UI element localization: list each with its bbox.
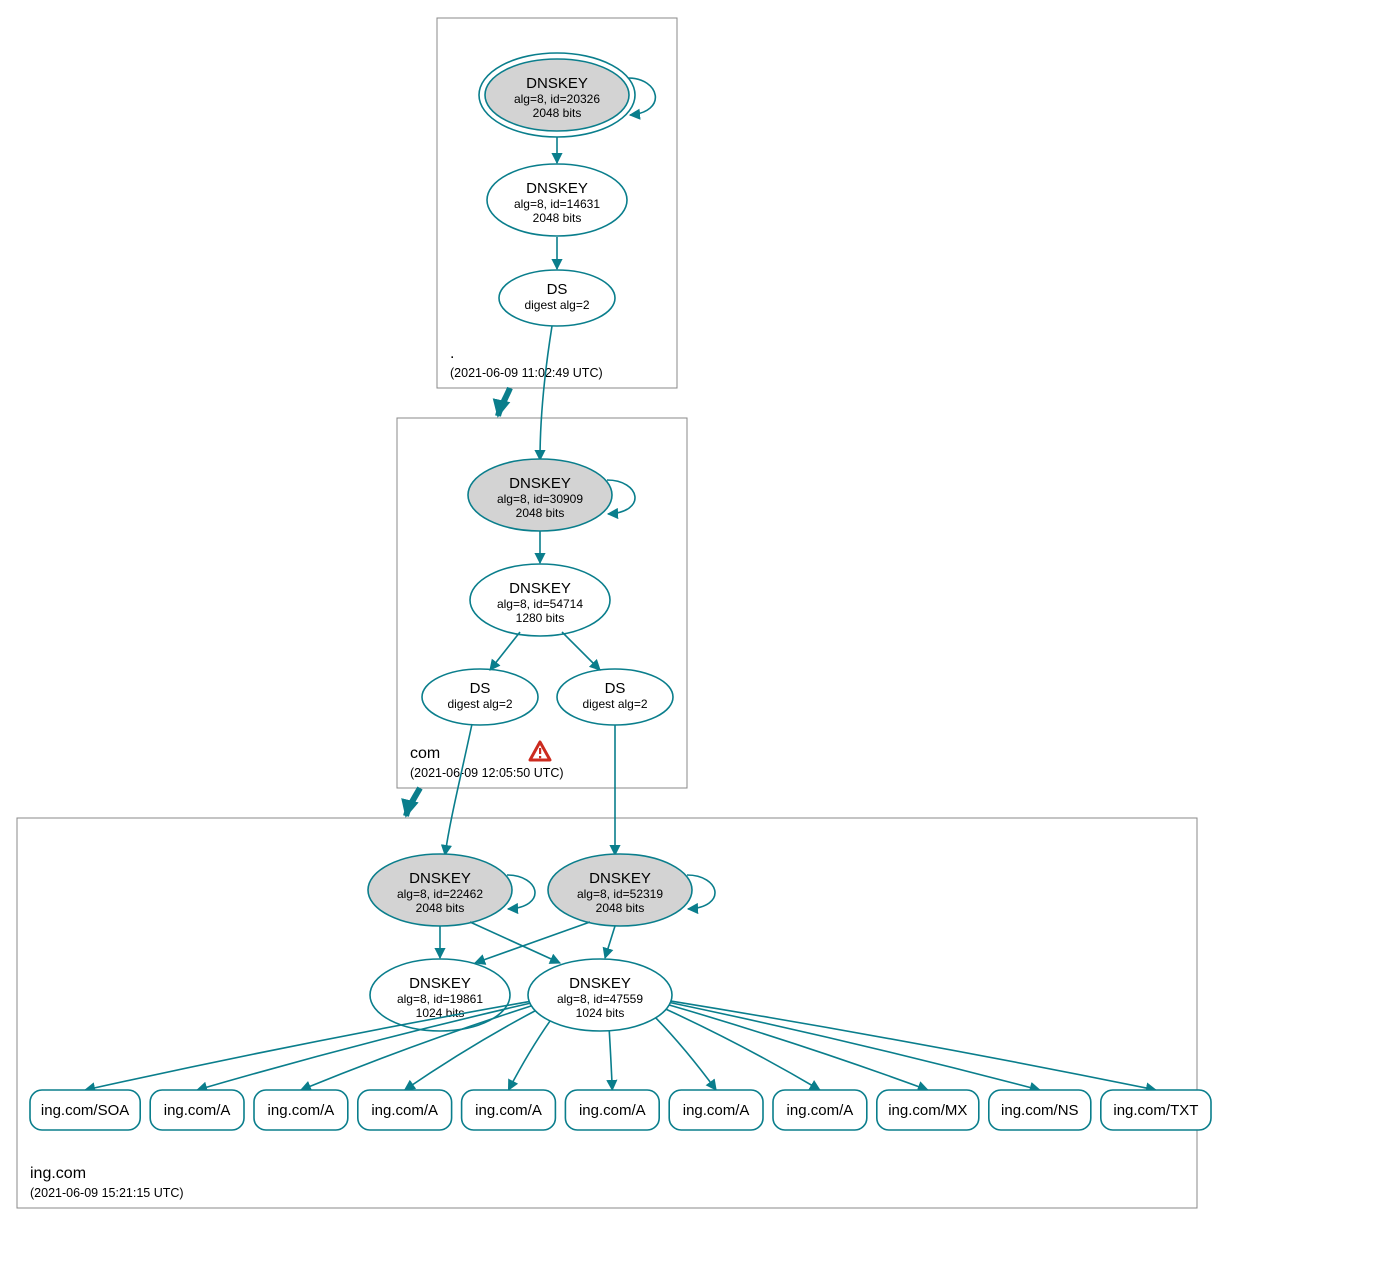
node-com-ds2: DS digest alg=2: [557, 669, 673, 725]
svg-text:DNSKEY: DNSKEY: [589, 870, 651, 887]
record-label: ing.com/TXT: [1113, 1102, 1198, 1119]
node-ing-ksk1: DNSKEY alg=8, id=22462 2048 bits: [368, 854, 512, 926]
svg-text:1280 bits: 1280 bits: [516, 611, 565, 625]
svg-text:DNSKEY: DNSKEY: [569, 975, 631, 992]
edge-ksk1-zsk2: [470, 922, 560, 963]
record-label: ing.com/A: [371, 1102, 438, 1119]
record-label: ing.com/A: [787, 1102, 854, 1119]
edge-root-to-com-box: [498, 388, 510, 416]
node-root-zsk: DNSKEY alg=8, id=14631 2048 bits: [487, 164, 627, 236]
svg-text:DS: DS: [547, 281, 568, 298]
svg-text:alg=8, id=47559: alg=8, id=47559: [557, 992, 643, 1006]
node-ing-zsk2: DNSKEY alg=8, id=47559 1024 bits: [528, 959, 672, 1031]
svg-text:2048 bits: 2048 bits: [516, 506, 565, 520]
svg-text:DNSKEY: DNSKEY: [526, 180, 588, 197]
svg-text:digest alg=2: digest alg=2: [447, 697, 512, 711]
node-ing-ksk2: DNSKEY alg=8, id=52319 2048 bits: [548, 854, 692, 926]
svg-text:alg=8, id=20326: alg=8, id=20326: [514, 92, 600, 106]
edge-zsk2-to-record: [670, 1003, 1039, 1090]
svg-text:digest alg=2: digest alg=2: [582, 697, 647, 711]
record-label: ing.com/A: [164, 1102, 231, 1119]
edge-zsk2-to-record: [666, 1009, 820, 1090]
edge-com-zsk-to-ds2: [562, 632, 600, 670]
zone-com-timestamp: (2021-06-09 12:05:50 UTC): [410, 766, 564, 780]
svg-text:alg=8, id=22462: alg=8, id=22462: [397, 887, 483, 901]
node-com-ds1: DS digest alg=2: [422, 669, 538, 725]
svg-text:2048 bits: 2048 bits: [596, 901, 645, 915]
zone-root-timestamp: (2021-06-09 11:02:49 UTC): [450, 366, 603, 380]
zone-ing-timestamp: (2021-06-09 15:21:15 UTC): [30, 1186, 184, 1200]
svg-text:DS: DS: [605, 680, 626, 697]
zone-ing-label: ing.com: [30, 1165, 86, 1182]
warning-icon: [530, 742, 550, 760]
record-label: ing.com/A: [683, 1102, 750, 1119]
record-label: ing.com/SOA: [41, 1102, 129, 1119]
record-label: ing.com/MX: [888, 1102, 967, 1119]
svg-text:alg=8, id=30909: alg=8, id=30909: [497, 492, 583, 506]
edge-ksk2-zsk1: [475, 922, 590, 963]
svg-text:2048 bits: 2048 bits: [533, 211, 582, 225]
svg-text:DS: DS: [470, 680, 491, 697]
svg-text:1024 bits: 1024 bits: [576, 1006, 625, 1020]
svg-text:DNSKEY: DNSKEY: [409, 870, 471, 887]
edge-zsk2-to-record: [671, 1001, 1156, 1090]
edge-zsk2-to-record: [509, 1021, 551, 1090]
svg-text:DNSKEY: DNSKEY: [509, 580, 571, 597]
svg-text:alg=8, id=19861: alg=8, id=19861: [397, 992, 483, 1006]
record-label: ing.com/A: [268, 1102, 335, 1119]
zone-com-label: com: [410, 745, 440, 762]
edge-com-zsk-to-ds1: [490, 632, 520, 670]
svg-text:2048 bits: 2048 bits: [533, 106, 582, 120]
edge-ds1-to-ksk1: [445, 724, 472, 855]
svg-text:alg=8, id=14631: alg=8, id=14631: [514, 197, 600, 211]
svg-text:digest alg=2: digest alg=2: [524, 298, 589, 312]
record-label: ing.com/NS: [1001, 1102, 1079, 1119]
edge-zsk2-to-record: [609, 1031, 612, 1090]
svg-text:DNSKEY: DNSKEY: [509, 475, 571, 492]
svg-text:DNSKEY: DNSKEY: [526, 75, 588, 92]
svg-text:alg=8, id=52319: alg=8, id=52319: [577, 887, 663, 901]
node-com-ksk: DNSKEY alg=8, id=30909 2048 bits: [468, 459, 612, 531]
node-root-ksk: DNSKEY alg=8, id=20326 2048 bits: [479, 53, 635, 137]
svg-text:DNSKEY: DNSKEY: [409, 975, 471, 992]
node-com-zsk: DNSKEY alg=8, id=54714 1280 bits: [470, 564, 610, 636]
edge-root-ds-to-com-ksk: [540, 326, 552, 460]
svg-text:2048 bits: 2048 bits: [416, 901, 465, 915]
edge-ksk2-zsk2: [605, 926, 615, 958]
svg-text:alg=8, id=54714: alg=8, id=54714: [497, 597, 583, 611]
node-root-ds: DS digest alg=2: [499, 270, 615, 326]
zone-root-label: .: [450, 345, 454, 362]
record-label: ing.com/A: [475, 1102, 542, 1119]
record-label: ing.com/A: [579, 1102, 646, 1119]
edge-com-to-ing-box: [406, 788, 420, 816]
